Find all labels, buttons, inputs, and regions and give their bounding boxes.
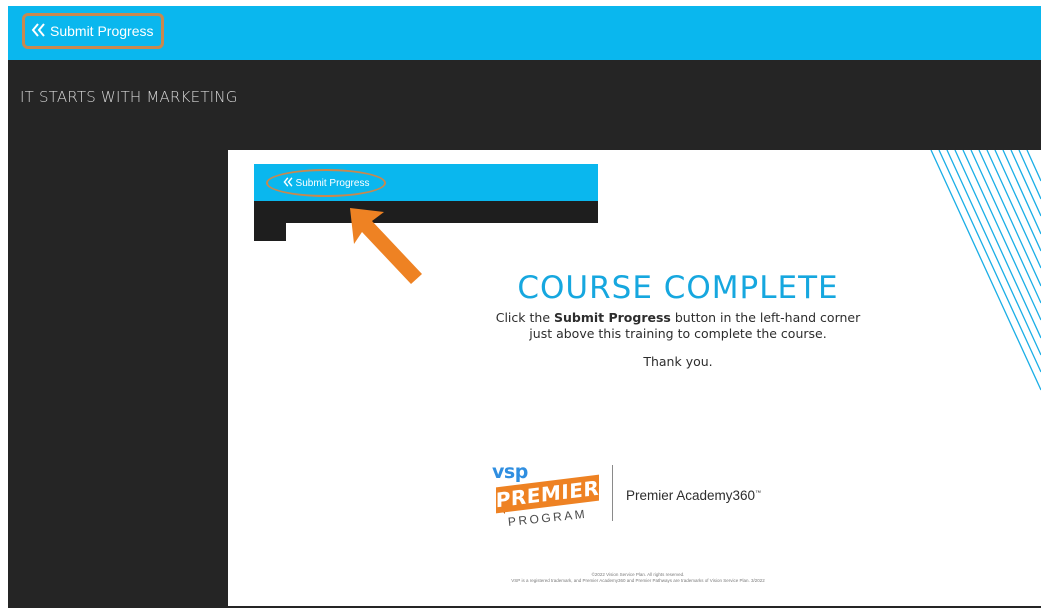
completion-instructions: Click the Submit Progress button in the … [428,310,928,342]
submit-progress-label: Submit Progress [50,23,154,39]
academy-text: Premier Academy360 [626,488,756,503]
trademark-mark: ™ [755,490,762,497]
instructions-line-2: just above this training to complete the… [529,326,827,341]
course-complete-heading: COURSE COMPLETE [517,270,839,306]
submit-progress-button[interactable]: Submit Progress [22,13,165,49]
thank-you-text: Thank you. [643,354,713,369]
orange-arrow-icon [350,208,422,284]
premier-academy-logo: Premier Academy360™ [626,488,761,503]
instructions-bold-text: Submit Progress [553,310,671,325]
logo-divider [612,465,613,521]
chevrons-left-icon [31,22,50,40]
logo-area: vsp PREMIER PROGRAM Premier Academy360™ [490,461,830,541]
course-slide: Submit Progress COURSE COMPLETE Click th… [228,150,1041,606]
mini-dark-area [254,201,598,223]
course-player: Submit Progress IT STARTS WITH MARKETING [8,6,1041,608]
chevrons-left-icon [283,176,296,190]
top-bar: Submit Progress [8,6,1041,60]
course-title: IT STARTS WITH MARKETING [20,88,238,106]
legal-footer: ©2022 Vision Service Plan. All rights re… [388,572,888,584]
mini-submit-progress-button: Submit Progress [266,169,386,197]
instructions-text-end: button in the left-hand corner [670,310,861,325]
legal-line-2: VSP is a registered trademark, and Premi… [511,578,765,583]
mini-submit-progress-label: Submit Progress [295,177,370,189]
vsp-logo: vsp [492,461,528,483]
instructions-text-start: Click the [495,310,554,325]
mini-dark-area-step [254,223,286,241]
decorative-stripes [930,150,1041,391]
